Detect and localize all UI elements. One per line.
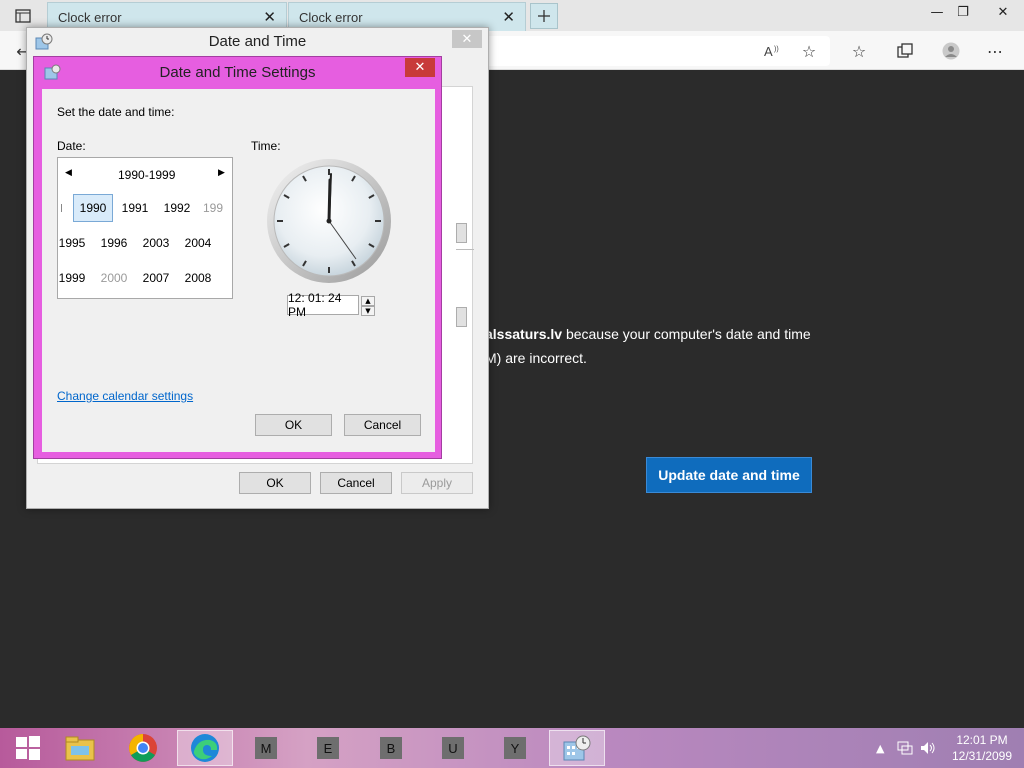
time-down-icon[interactable]: ▼ bbox=[361, 306, 375, 316]
date-time-settings-dialog: Date and Time Settings ✕ Set the date an… bbox=[33, 56, 442, 459]
update-date-time-button[interactable]: Update date and time bbox=[646, 457, 812, 493]
taskbar-app-u[interactable]: U bbox=[425, 730, 481, 766]
file-explorer-taskbar-icon[interactable] bbox=[52, 730, 108, 766]
year-text: 1990 bbox=[79, 201, 107, 215]
svg-text:)): )) bbox=[774, 46, 779, 53]
tab-actions-icon[interactable] bbox=[8, 3, 38, 29]
year-text: 1992 bbox=[163, 201, 191, 215]
calendar-year-cell[interactable]: 1991 bbox=[115, 194, 155, 222]
calendar-next-icon[interactable]: ▶ bbox=[218, 168, 225, 178]
cancel-button[interactable]: Cancel bbox=[320, 472, 392, 494]
hidden-button-edge bbox=[456, 307, 467, 327]
close-window-icon[interactable]: ✕ bbox=[988, 0, 1018, 24]
calendar-year-cell[interactable]: 1992 bbox=[157, 194, 197, 222]
time-up-icon[interactable]: ▲ bbox=[361, 296, 375, 306]
scroll-edge-mark bbox=[61, 204, 63, 212]
close-tab-icon[interactable]: ✕ bbox=[263, 8, 276, 26]
taskbar-app-y[interactable]: Y bbox=[487, 730, 543, 766]
taskbar-app-b[interactable]: B bbox=[363, 730, 419, 766]
app-letter: M bbox=[255, 737, 277, 759]
restore-icon[interactable]: ❐ bbox=[948, 0, 978, 24]
calendar-year-cell[interactable]: 2003 bbox=[136, 229, 176, 257]
new-tab-button[interactable] bbox=[530, 3, 558, 29]
svg-text:A: A bbox=[764, 44, 773, 58]
year-text: 2000 bbox=[100, 271, 128, 285]
set-date-time-prompt: Set the date and time: bbox=[57, 105, 175, 119]
dialog-title: Date and Time Settings bbox=[159, 64, 316, 81]
app-letter: E bbox=[317, 737, 339, 759]
ok-button[interactable]: OK bbox=[255, 414, 332, 436]
taskbar-date: 12/31/2099 bbox=[951, 749, 1013, 763]
time-label: Time: bbox=[251, 139, 281, 153]
analog-clock bbox=[267, 159, 391, 283]
edge-taskbar-icon[interactable] bbox=[177, 730, 233, 766]
taskbar-app-e[interactable]: E bbox=[300, 730, 356, 766]
profile-avatar-icon[interactable] bbox=[938, 38, 964, 64]
year-text: 2008 bbox=[184, 271, 212, 285]
error-text: because your computer's date and time bbox=[562, 326, 811, 342]
calendar-year-cell[interactable]: 2007 bbox=[136, 264, 176, 292]
dialog-title: Date and Time bbox=[208, 33, 307, 50]
calendar-year-cell[interactable]: 1995 bbox=[52, 229, 92, 257]
chrome-taskbar-icon[interactable] bbox=[115, 730, 171, 766]
divider bbox=[456, 249, 474, 250]
close-icon[interactable]: ✕ bbox=[405, 58, 435, 77]
calendar-year-cell[interactable]: 1990 bbox=[73, 194, 113, 222]
year-text: 2004 bbox=[184, 236, 212, 250]
collections-icon[interactable] bbox=[892, 38, 918, 64]
close-tab-icon[interactable]: ✕ bbox=[502, 8, 515, 26]
tab-label: Clock error bbox=[299, 10, 363, 25]
error-message-line-1: alssaturs.lv because your computer's dat… bbox=[485, 326, 811, 342]
windows-logo-icon bbox=[16, 736, 40, 760]
taskbar-app-m[interactable]: M bbox=[238, 730, 294, 766]
app-letter: U bbox=[442, 737, 464, 759]
calendar-prev-icon[interactable]: ◀ bbox=[65, 168, 72, 178]
year-text: 2007 bbox=[142, 271, 170, 285]
calendar-year-cell[interactable]: 2004 bbox=[178, 229, 218, 257]
year-text: 2003 bbox=[142, 236, 170, 250]
cancel-button[interactable]: Cancel bbox=[344, 414, 421, 436]
favorites-icon[interactable]: ☆ bbox=[846, 38, 872, 64]
date-label: Date: bbox=[57, 139, 86, 153]
year-text: 1996 bbox=[100, 236, 128, 250]
start-button[interactable] bbox=[0, 730, 56, 766]
hidden-button-edge bbox=[456, 223, 467, 243]
more-options-icon[interactable]: ⋯ bbox=[982, 38, 1008, 64]
calendar-header[interactable]: 1990-1999 bbox=[118, 168, 175, 182]
error-message-line-2: M) are incorrect. bbox=[485, 350, 587, 366]
calendar-year-cell[interactable]: 199 bbox=[197, 194, 231, 222]
volume-icon[interactable] bbox=[920, 728, 936, 768]
settings-client-area: Set the date and time: Date: Time: ◀ 199… bbox=[42, 89, 435, 452]
network-icon[interactable] bbox=[897, 728, 913, 768]
calendar: ◀ 1990-1999 ▶ 1990 1991 1992 199 1995 19… bbox=[57, 157, 233, 299]
app-letter: Y bbox=[504, 737, 526, 759]
site-name: alssaturs.lv bbox=[485, 326, 563, 342]
calendar-year-cell[interactable]: 1996 bbox=[94, 229, 134, 257]
ok-button[interactable]: OK bbox=[239, 472, 311, 494]
calendar-year-cell[interactable]: 1999 bbox=[52, 264, 92, 292]
close-icon[interactable]: ✕ bbox=[452, 30, 482, 48]
calendar-year-cell[interactable]: 2000 bbox=[94, 264, 134, 292]
app-letter: B bbox=[380, 737, 402, 759]
year-text: 199 bbox=[203, 201, 224, 215]
year-text: 1995 bbox=[58, 236, 86, 250]
calendar-year-cell[interactable]: 2008 bbox=[178, 264, 218, 292]
year-text: 1991 bbox=[121, 201, 149, 215]
apply-button[interactable]: Apply bbox=[401, 472, 473, 494]
taskbar-time: 12:01 PM bbox=[956, 733, 1008, 747]
date-time-taskbar-icon[interactable] bbox=[549, 730, 605, 766]
add-favorite-icon[interactable]: ☆ bbox=[796, 38, 822, 64]
taskbar: M E B U Y ▲ 12:01 PM 12/31/2099 bbox=[0, 728, 1024, 768]
taskbar-clock[interactable]: 12:01 PM 12/31/2099 bbox=[950, 732, 1014, 764]
time-input[interactable]: 12: 01: 24 PM bbox=[287, 291, 359, 319]
year-text: 1999 bbox=[58, 271, 86, 285]
change-calendar-settings-link[interactable]: Change calendar settings bbox=[57, 389, 193, 403]
tab-label: Clock error bbox=[58, 10, 122, 25]
show-hidden-icons[interactable]: ▲ bbox=[876, 728, 884, 768]
read-aloud-icon[interactable]: A)) bbox=[760, 38, 786, 64]
